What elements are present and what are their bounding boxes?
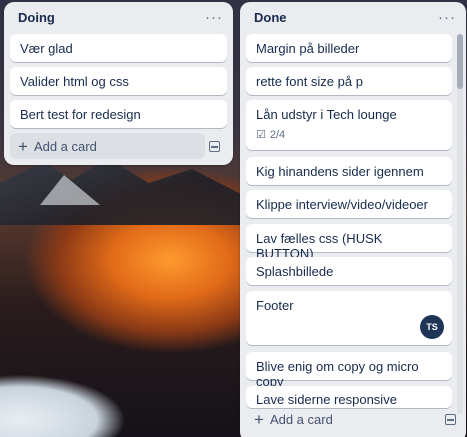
- list-doing: Doing ··· Vær glad Valider html og css B…: [4, 2, 233, 165]
- list-title[interactable]: Doing: [18, 10, 55, 25]
- plus-icon: +: [18, 136, 28, 156]
- card-title: Footer: [256, 298, 294, 313]
- list-header: Done ···: [240, 2, 466, 32]
- list-scrollbar[interactable]: [457, 34, 463, 414]
- card-template-icon[interactable]: [445, 414, 456, 425]
- card-title: Margin på billeder: [256, 41, 360, 56]
- card-margin[interactable]: Margin på billeder: [246, 34, 452, 62]
- card-vaer-glad[interactable]: Vær glad: [10, 34, 227, 62]
- card-faelles-css[interactable]: Lav fælles css (HUSK BUTTON): [246, 224, 452, 261]
- card-splashbillede[interactable]: Splashbillede: [246, 257, 452, 285]
- card-responsive[interactable]: Lave siderne responsive: [246, 386, 452, 408]
- background-mountain: [0, 158, 240, 225]
- checklist-badge: ☑ 2/4: [256, 128, 442, 142]
- card-title: Klippe interview/video/videoer: [256, 197, 428, 212]
- more-options-icon[interactable]: ···: [438, 9, 456, 26]
- checklist-count: 2/4: [269, 128, 286, 141]
- card-title: Kig hinandens sider igennem: [256, 164, 424, 179]
- scrollbar-thumb[interactable]: [457, 34, 463, 89]
- card-bert-test[interactable]: Bert test for redesign: [10, 100, 227, 128]
- card-klippe[interactable]: Klippe interview/video/videoer: [246, 190, 452, 218]
- add-card-label: Add a card: [269, 411, 333, 427]
- card-title: Splashbillede: [256, 264, 334, 279]
- plus-icon: +: [254, 409, 264, 429]
- card-title: Lave siderne responsive: [256, 392, 397, 407]
- member-avatar[interactable]: TS: [420, 315, 444, 339]
- list-header: Doing ···: [4, 2, 233, 32]
- card-copy[interactable]: Blive enig om copy og micro copy: [246, 352, 452, 389]
- card-title: Vær glad: [20, 41, 73, 56]
- card-title: rette font size på p: [256, 74, 363, 89]
- add-card-label: Add a card: [33, 138, 97, 154]
- card-laan-udstyr[interactable]: Lån udstyr i Tech lounge ☑ 2/4: [246, 100, 452, 150]
- card-footer[interactable]: Footer TS: [246, 291, 452, 345]
- card-template-icon[interactable]: [209, 141, 220, 152]
- more-options-icon[interactable]: ···: [205, 9, 223, 26]
- add-card-button[interactable]: + Add a card: [10, 133, 205, 159]
- card-title: Lån udstyr i Tech lounge: [256, 107, 397, 122]
- checklist-icon: ☑: [256, 129, 266, 141]
- add-card-button[interactable]: + Add a card: [246, 406, 436, 432]
- card-font-size[interactable]: rette font size på p: [246, 67, 452, 95]
- card-kig-sider[interactable]: Kig hinandens sider igennem: [246, 157, 452, 185]
- card-title: Blive enig om copy og micro copy: [256, 359, 419, 389]
- list-title[interactable]: Done: [254, 10, 287, 25]
- card-title: Bert test for redesign: [20, 107, 141, 122]
- list-done: Done ··· Margin på billeder rette font s…: [240, 2, 466, 437]
- card-title: Lav fælles css (HUSK BUTTON): [256, 231, 383, 261]
- card-title: Valider html og css: [20, 74, 129, 89]
- card-valider-html[interactable]: Valider html og css: [10, 67, 227, 95]
